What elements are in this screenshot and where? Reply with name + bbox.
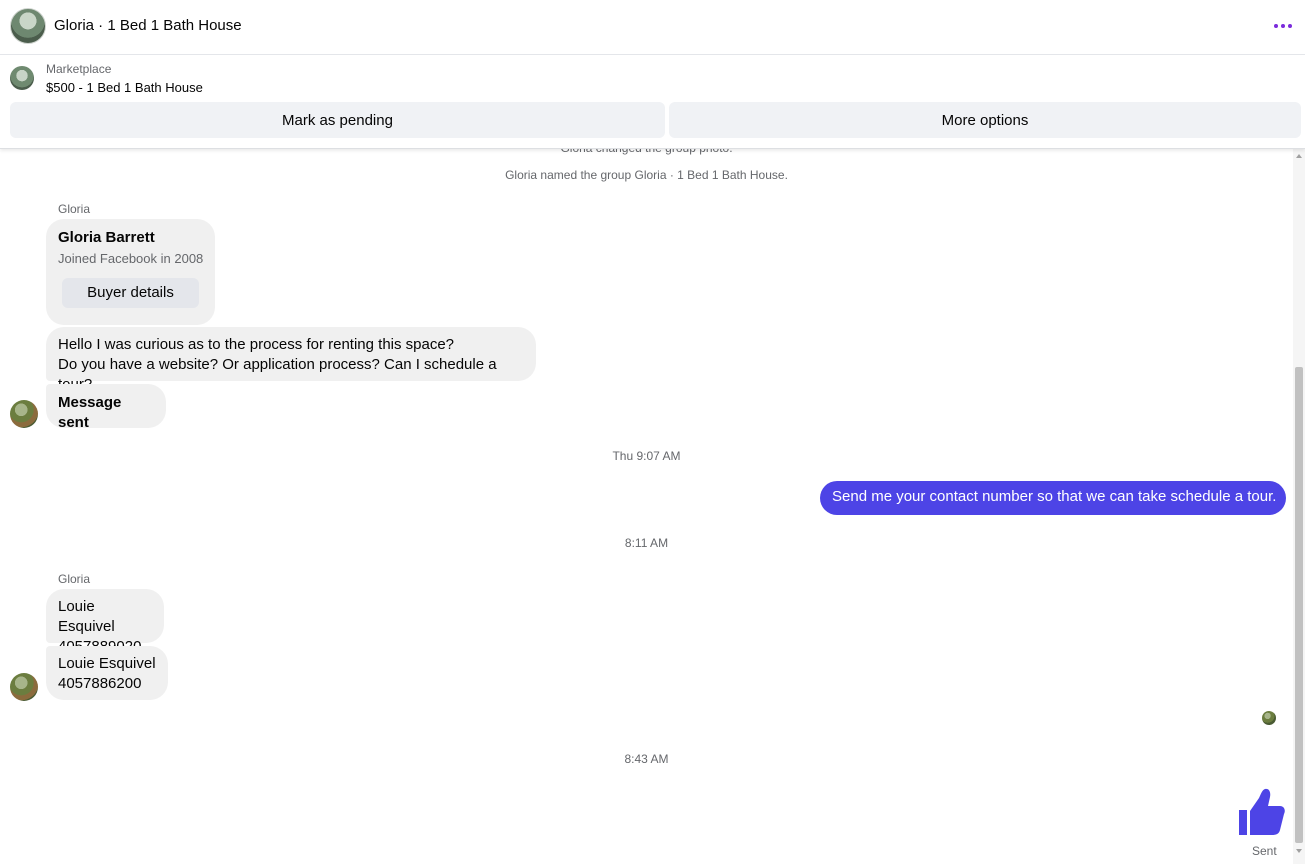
read-receipt-avatar	[1262, 711, 1276, 725]
more-options-button[interactable]: More options	[669, 102, 1301, 138]
mark-as-pending-button[interactable]: Mark as pending	[10, 102, 665, 138]
marketplace-label: Marketplace	[46, 62, 112, 76]
sender-avatar[interactable]	[10, 400, 38, 428]
marketplace-listing-bar: Marketplace $500 - 1 Bed 1 Bath House Ma…	[0, 55, 1305, 149]
contact-name: Louie Esquivel	[58, 598, 115, 635]
scroll-down-icon[interactable]	[1296, 849, 1302, 853]
sender-avatar[interactable]	[10, 673, 38, 701]
timestamp: 8:11 AM	[624, 536, 669, 550]
contact-name: Louie Esquivel	[58, 655, 156, 672]
sender-name: Gloria	[58, 202, 91, 216]
scrollbar[interactable]	[1293, 149, 1305, 864]
message-bubble[interactable]: Hello I was curious as to the process fo…	[46, 327, 536, 393]
message-line: Hello I was curious as to the process fo…	[58, 336, 455, 353]
listing-thumbnail[interactable]	[10, 66, 34, 90]
sender-name: Gloria	[58, 572, 91, 586]
messenger-conversation: Gloria · 1 Bed 1 Bath House Marketplace …	[0, 0, 1305, 864]
conversation-title[interactable]: Gloria · 1 Bed 1 Bath House	[54, 17, 242, 34]
conversation-header: Gloria · 1 Bed 1 Bath House	[0, 0, 1305, 55]
message-bubble[interactable]: Louie Esquivel 4057889020	[46, 589, 164, 655]
thumbs-up-icon[interactable]	[1236, 787, 1286, 837]
listing-title[interactable]: $500 - 1 Bed 1 Bath House	[46, 80, 203, 95]
scrollbar-thumb[interactable]	[1295, 367, 1303, 843]
group-avatar[interactable]	[10, 8, 46, 44]
buyer-joined: Joined Facebook in 2008	[58, 251, 204, 266]
outgoing-message-bubble[interactable]: Send me your contact number so that we c…	[820, 481, 1286, 515]
buyer-details-button[interactable]: Buyer details	[62, 278, 199, 308]
timestamp: Thu 9:07 AM	[612, 449, 681, 463]
delivery-status: Sent	[1252, 844, 1277, 858]
scroll-up-icon[interactable]	[1296, 154, 1302, 158]
buyer-name: Gloria Barrett	[58, 229, 155, 246]
system-message: Gloria named the group Gloria · 1 Bed 1 …	[505, 168, 788, 182]
message-bubble[interactable]: Louie Esquivel 4057886200	[46, 646, 168, 700]
buyer-card: Gloria Barrett Joined Facebook in 2008 B…	[46, 219, 215, 325]
contact-number: 4057886200	[58, 675, 142, 692]
timestamp: 8:43 AM	[624, 752, 669, 766]
message-sent-bubble[interactable]: Message sent	[46, 384, 166, 431]
more-horizontal-icon[interactable]	[1274, 24, 1296, 30]
